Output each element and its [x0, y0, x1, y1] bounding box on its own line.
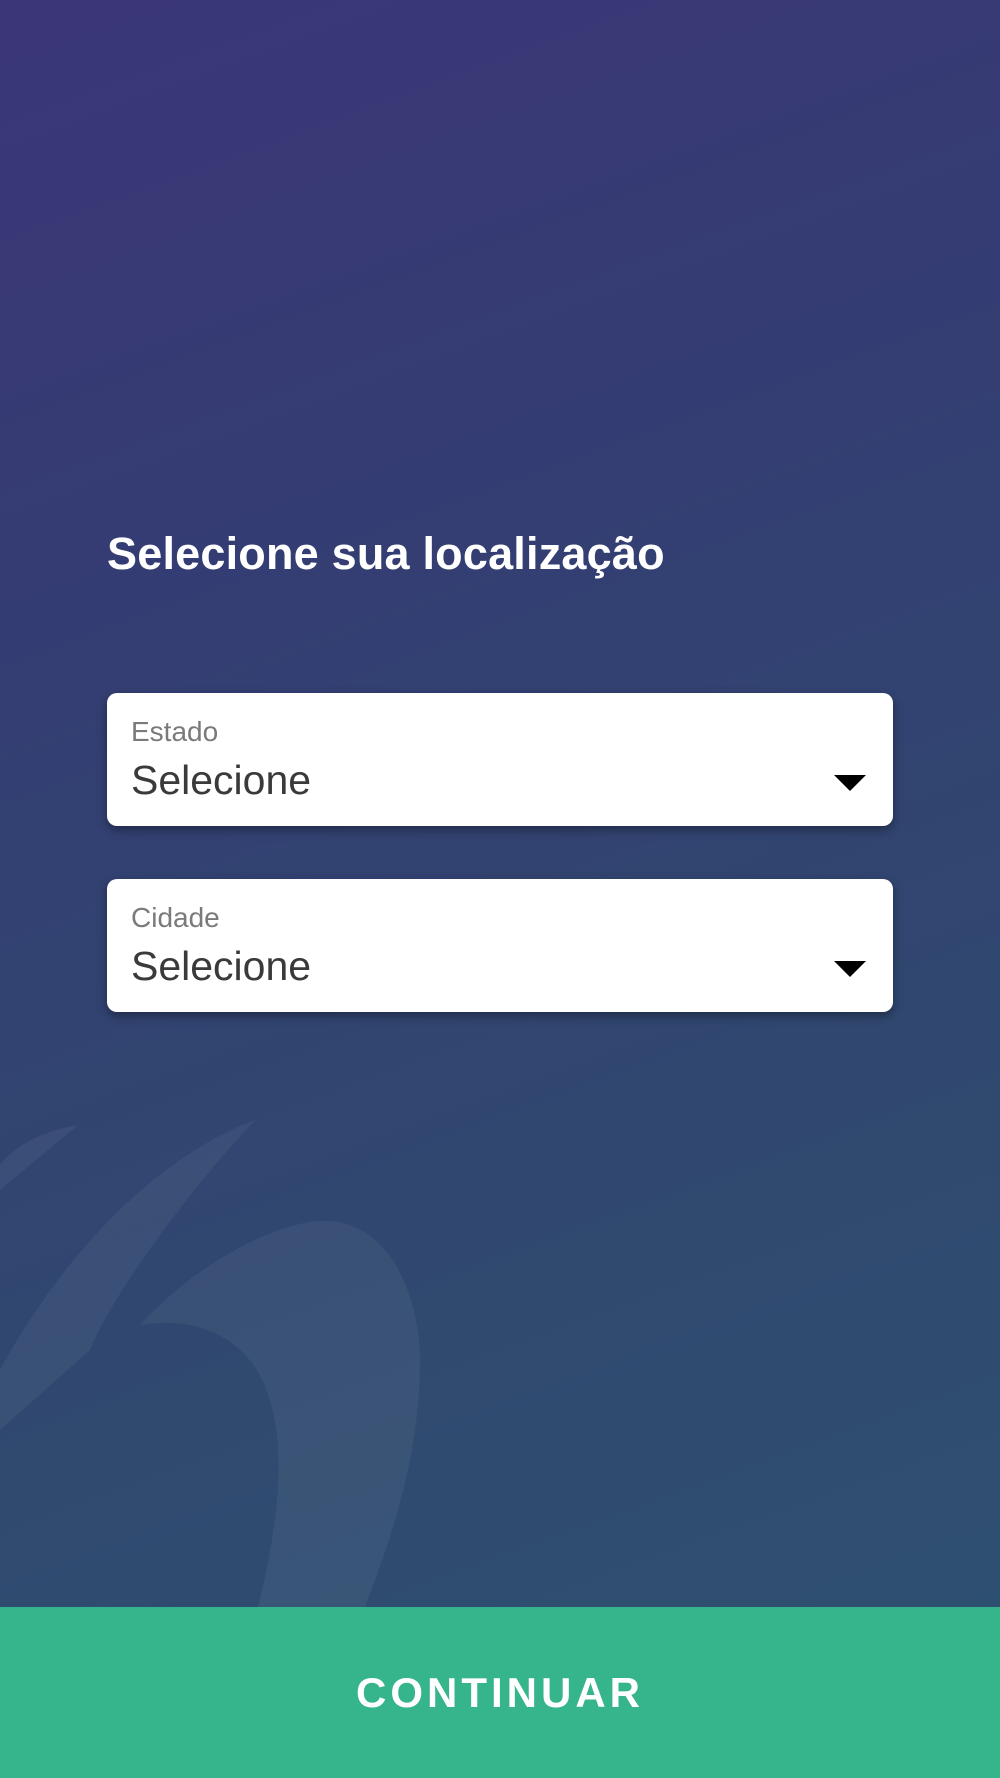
cidade-label: Cidade [131, 902, 220, 933]
location-screen: Selecione sua localização Estado Selecio… [0, 0, 1000, 1778]
page-title: Selecione sua localização [107, 528, 665, 579]
caret-down-icon [834, 775, 866, 791]
caret-down-icon [834, 961, 866, 977]
cidade-select[interactable]: Cidade Selecione [107, 879, 893, 1012]
estado-label: Estado [131, 716, 219, 747]
estado-value: Selecione [131, 757, 312, 803]
estado-select[interactable]: Estado Selecione [107, 693, 893, 826]
continue-button[interactable]: CONTINUAR [0, 1607, 1000, 1778]
cidade-value: Selecione [131, 943, 312, 989]
